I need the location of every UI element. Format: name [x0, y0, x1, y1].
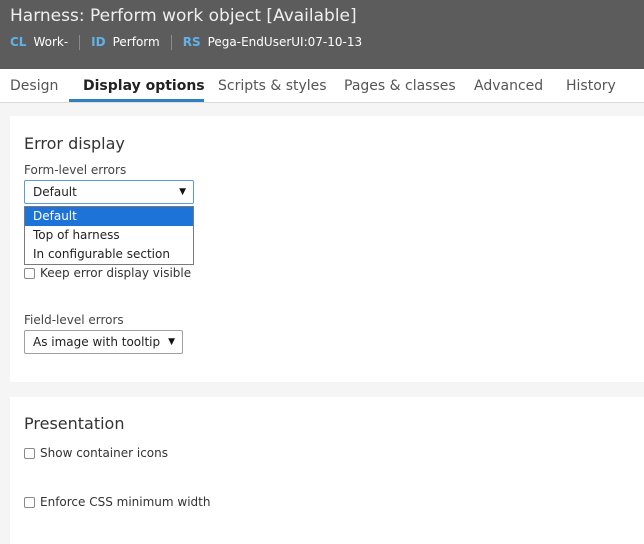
id-key: ID	[91, 35, 106, 49]
tab-design[interactable]: Design	[10, 69, 58, 102]
divider	[79, 34, 81, 50]
option-top-of-harness[interactable]: Top of harness	[25, 226, 193, 245]
divider	[170, 34, 172, 50]
keep-error-visible-label: Keep error display visible	[40, 266, 192, 280]
form-level-errors-select[interactable]: Default ▼	[24, 180, 194, 204]
section-title: Error display	[24, 134, 125, 153]
section-title: Presentation	[24, 414, 125, 433]
tab-pages-classes[interactable]: Pages & classes	[344, 69, 456, 102]
dropdown-caret-icon: ▼	[168, 337, 175, 347]
keep-error-visible-checkbox[interactable]	[24, 267, 35, 279]
keep-error-visible-row[interactable]: Keep error display visible	[24, 265, 191, 281]
class-value[interactable]: Work-	[33, 35, 68, 49]
form-level-errors-label: Form-level errors	[24, 163, 127, 177]
enforce-css-width-checkbox[interactable]	[24, 496, 35, 508]
dropdown-caret-icon: ▼	[179, 187, 186, 197]
form-level-errors-dropdown-list: Default Top of harness In configurable s…	[24, 206, 194, 265]
ruleset-key: RS	[182, 35, 201, 49]
option-default[interactable]: Default	[25, 207, 193, 226]
presentation-section: Presentation	[10, 397, 644, 544]
show-container-icons-checkbox[interactable]	[24, 447, 35, 459]
id-value: Perform	[112, 35, 160, 49]
form-level-errors-value: Default	[33, 185, 77, 199]
field-level-errors-label: Field-level errors	[24, 313, 124, 327]
page-title: Harness: Perform work object [Available]	[10, 6, 357, 26]
show-container-icons-row[interactable]: Show container icons	[24, 445, 168, 461]
class-key: CL	[10, 35, 27, 49]
tab-scripts-styles[interactable]: Scripts & styles	[218, 69, 327, 102]
tab-display-options[interactable]: Display options	[83, 69, 205, 102]
rule-metadata: CL Work- ID Perform RS Pega-EndUserUI:07…	[10, 34, 362, 50]
enforce-css-width-label: Enforce CSS minimum width	[40, 495, 211, 509]
field-level-errors-value: As image with tooltip	[33, 335, 161, 349]
option-in-configurable-section[interactable]: In configurable section	[25, 245, 193, 264]
enforce-css-width-row[interactable]: Enforce CSS minimum width	[24, 494, 210, 510]
show-container-icons-label: Show container icons	[40, 446, 168, 460]
field-level-errors-select[interactable]: As image with tooltip ▼	[24, 330, 183, 354]
tab-history[interactable]: History	[566, 69, 616, 102]
tab-advanced[interactable]: Advanced	[474, 69, 543, 102]
active-tab-indicator	[69, 99, 204, 102]
rule-header: Harness: Perform work object [Available]…	[0, 0, 644, 69]
tab-bar: Design Display options Scripts & styles …	[0, 69, 644, 103]
ruleset-value[interactable]: Pega-EndUserUI:07-10-13	[208, 35, 362, 49]
